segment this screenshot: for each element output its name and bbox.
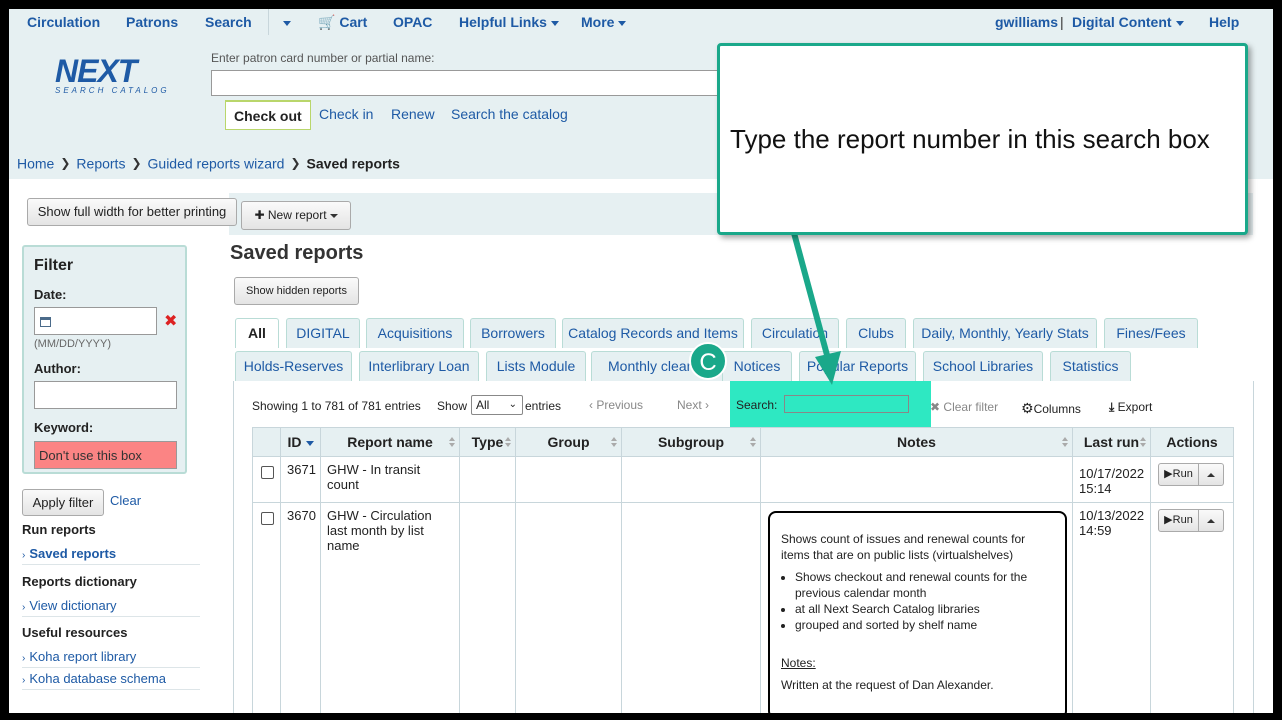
arrow-shaft [791,232,830,356]
instruction-callout: Type the report number in this search bo… [717,43,1248,235]
step-badge: C [689,342,727,380]
callout-text: Type the report number in this search bo… [730,124,1210,154]
browser-viewport: Circulation Patrons Search 🛒 Cart OPAC H… [9,9,1273,713]
arrow-head-icon [815,351,841,385]
